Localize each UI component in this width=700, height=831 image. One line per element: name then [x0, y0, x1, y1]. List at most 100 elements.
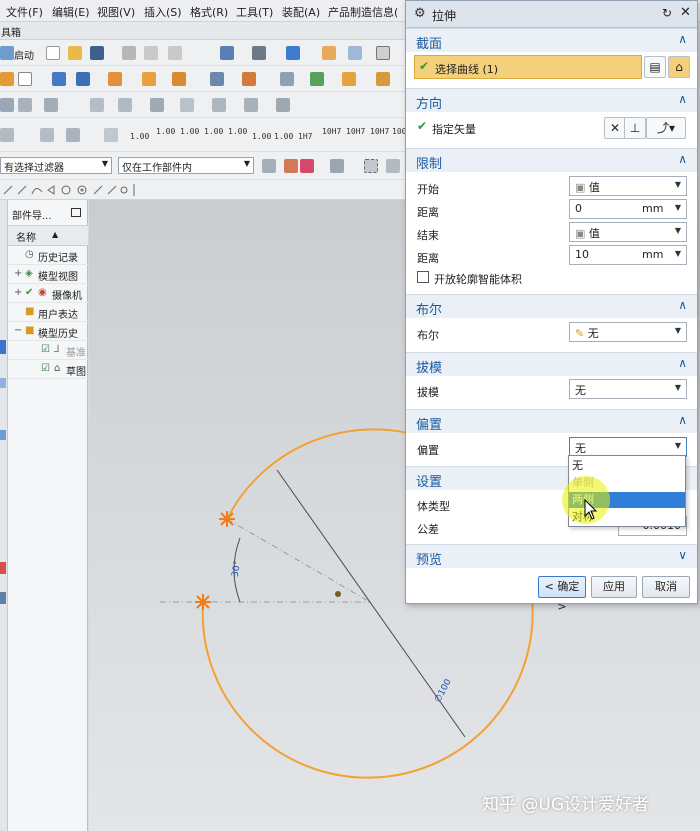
circle-arc-top[interactable]: [226, 428, 421, 520]
mesh-icon[interactable]: [18, 98, 32, 112]
snap-icon[interactable]: [284, 159, 298, 173]
offset-option-none[interactable]: 无: [569, 458, 685, 474]
tol-button-1[interactable]: 1.00: [130, 133, 149, 141]
direction-header[interactable]: 方向 ∧: [406, 88, 697, 112]
nav-item-model-views[interactable]: + ◈ 模型视图: [8, 265, 88, 284]
sketch-tools-icon[interactable]: [0, 180, 200, 200]
copy-icon[interactable]: [144, 46, 158, 60]
point-snap-icon[interactable]: [330, 159, 344, 173]
unite-icon[interactable]: [242, 72, 256, 86]
open-profile-checkbox[interactable]: [417, 271, 429, 283]
open-folder-icon[interactable]: [68, 46, 82, 60]
menu-view[interactable]: 视图(V): [97, 4, 135, 20]
nav-item-cameras[interactable]: + ✔ ◉ 摄像机: [8, 284, 88, 303]
limits-header[interactable]: 限制 ∧: [406, 148, 697, 172]
endpoint-star-lower[interactable]: [195, 594, 211, 610]
curve-icon[interactable]: [0, 128, 14, 142]
menu-file[interactable]: 文件(F): [6, 4, 43, 20]
bracket-icon[interactable]: [104, 128, 118, 142]
menu-assembly[interactable]: 装配(A): [282, 4, 320, 20]
hole-icon[interactable]: [108, 72, 122, 86]
collapse-icon[interactable]: −: [14, 325, 22, 336]
pattern-icon[interactable]: [210, 72, 224, 86]
ok-button[interactable]: < 确定 >: [538, 576, 586, 613]
window-icon[interactable]: [376, 46, 390, 60]
assembly-tab-icon[interactable]: [0, 340, 6, 354]
nav-item-model-history[interactable]: − ■ 模型历史: [8, 322, 88, 341]
arc-center-point[interactable]: [335, 591, 341, 597]
sketch-section-icon[interactable]: ▤: [644, 56, 666, 78]
reverse-direction-icon[interactable]: ✕: [604, 117, 626, 139]
quickpick-icon[interactable]: [300, 159, 314, 173]
fit-view-icon[interactable]: [220, 46, 234, 60]
tol-button-5[interactable]: 1.00: [228, 128, 247, 136]
axis-icon[interactable]: [66, 128, 80, 142]
collapse-icon[interactable]: ∧: [678, 32, 687, 46]
surface-icon[interactable]: [90, 98, 104, 112]
blend-icon[interactable]: [342, 72, 356, 86]
draft-icon[interactable]: [310, 72, 324, 86]
history-tab-icon[interactable]: [0, 378, 6, 388]
collapse-icon[interactable]: ∧: [678, 298, 687, 312]
pocket-icon[interactable]: [172, 72, 186, 86]
expand-icon[interactable]: +: [14, 268, 22, 279]
roles-tab-icon[interactable]: [0, 430, 6, 440]
maximize-icon[interactable]: [71, 208, 81, 217]
menu-format[interactable]: 格式(R): [190, 4, 228, 20]
nav-item-history[interactable]: ◷ 历史记录: [8, 246, 88, 265]
shaded-icon[interactable]: [286, 46, 300, 60]
menu-pmi[interactable]: 产品制造信息(: [328, 4, 398, 20]
offset-header[interactable]: 偏置 ∧: [406, 409, 697, 433]
draft-select[interactable]: 无 ▼: [569, 379, 687, 399]
start-menu[interactable]: 启动: [14, 47, 34, 62]
shell-icon[interactable]: [44, 98, 58, 112]
start-select[interactable]: ▣ 值 ▼: [569, 176, 687, 196]
chamfer-icon[interactable]: [376, 72, 390, 86]
lasso-icon[interactable]: [386, 159, 400, 173]
web-tab-icon[interactable]: [0, 562, 6, 574]
fit-10h7-button-2[interactable]: 10H7: [346, 128, 365, 136]
nav-item-user-expressions[interactable]: ■ 用户表达: [8, 303, 88, 322]
move-face-icon[interactable]: [150, 98, 164, 112]
menu-edit[interactable]: 编辑(E): [52, 4, 90, 20]
preview-header[interactable]: 预览 ∨: [406, 544, 697, 568]
extrude-icon[interactable]: [52, 72, 66, 86]
grid-icon[interactable]: [40, 128, 54, 142]
sketch-icon[interactable]: [0, 72, 14, 86]
end-select[interactable]: ▣ 值 ▼: [569, 222, 687, 242]
datum-icon[interactable]: [18, 72, 32, 86]
tol-button-2[interactable]: 1.00: [156, 128, 175, 136]
paste-icon[interactable]: [168, 46, 182, 60]
distance1-input[interactable]: 0 mm ▼: [569, 199, 687, 219]
replace-face-icon[interactable]: [180, 98, 194, 112]
new-file-icon[interactable]: [46, 46, 60, 60]
menu-tools[interactable]: 工具(T): [236, 4, 273, 20]
collapse-icon[interactable]: ∧: [678, 152, 687, 166]
nav-item-sketch[interactable]: ☑ ⌂ 草图: [8, 360, 88, 379]
offset-select[interactable]: 无 ▼: [569, 437, 687, 457]
checkbox-checked-icon[interactable]: ☑: [41, 344, 50, 355]
palette-tab-icon[interactable]: [0, 592, 6, 604]
circle-arc-bottom[interactable]: [201, 597, 534, 779]
fit-10h7-button-1[interactable]: 10H7: [322, 128, 341, 136]
curve-select-icon[interactable]: ⌂: [668, 56, 690, 78]
gear-icon[interactable]: ⚙: [414, 6, 426, 21]
expand-icon[interactable]: ∨: [678, 548, 687, 562]
fit-10h7-button-3[interactable]: 10H7: [370, 128, 389, 136]
save-icon[interactable]: [90, 46, 104, 60]
layer-icon[interactable]: [348, 46, 362, 60]
section-icon[interactable]: [322, 46, 336, 60]
sort-up-icon[interactable]: ▲: [52, 230, 58, 239]
boolean-select[interactable]: ✎ 无 ▼: [569, 322, 687, 342]
filter-select[interactable]: 有选择过滤器 ▼: [0, 157, 112, 174]
offset-face-icon[interactable]: [118, 98, 132, 112]
distance2-input[interactable]: 10 mm ▼: [569, 245, 687, 265]
analysis-icon[interactable]: [244, 98, 258, 112]
endpoint-star-upper[interactable]: [219, 511, 235, 527]
tol-button-3[interactable]: 1.00: [180, 128, 199, 136]
close-icon[interactable]: ✕: [680, 5, 691, 20]
select-curve-row[interactable]: ✔ 选择曲线 (1): [414, 55, 642, 79]
fit-h7-button[interactable]: 1H7: [298, 133, 312, 141]
reset-icon[interactable]: ↻: [662, 6, 672, 20]
draft-header[interactable]: 拔模 ∧: [406, 352, 697, 376]
